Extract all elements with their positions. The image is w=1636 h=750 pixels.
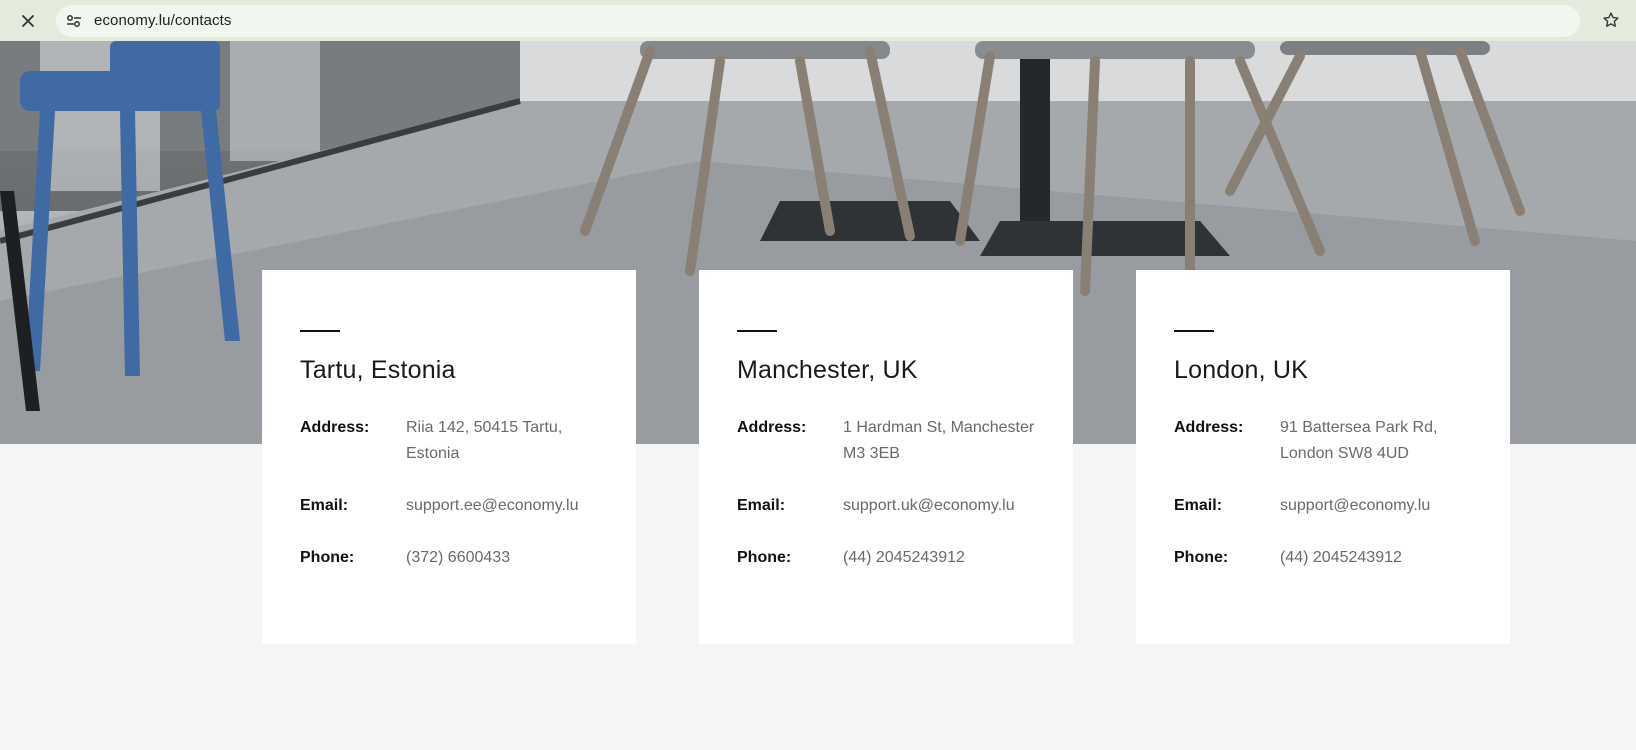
email-label: Email: [737,497,786,514]
email-link[interactable]: support@economy.lu [1280,493,1472,519]
email-row: Email: support.ee@economy.lu [300,493,598,519]
office-city-title: London, UK [1174,356,1309,384]
phone-row: Phone: (372) 6600433 [300,545,598,571]
address-label: Address: [1174,419,1244,436]
tune-icon[interactable] [56,5,92,37]
phone-row: Phone: (44) 2045243912 [737,545,1035,571]
card-divider [737,330,777,332]
url-text[interactable]: economy.lu/contacts [94,12,232,29]
email-row: Email: support.uk@economy.lu [737,493,1035,519]
phone-link[interactable]: (372) 6600433 [406,545,598,571]
office-city-title: Manchester, UK [737,356,918,384]
address-value: Riia 142, 50415 Tartu, Estonia [406,419,563,462]
address-label: Address: [737,419,807,436]
card-divider [1174,330,1214,332]
email-link[interactable]: support.ee@economy.lu [406,493,598,519]
address-value: 1 Hardman St, Manchester M3 3EB [843,419,1035,462]
phone-label: Phone: [300,549,355,566]
address-value: 91 Battersea Park Rd, London SW8 4UD [1280,419,1438,462]
address-row: Address: Riia 142, 50415 Tartu, Estonia [300,415,598,467]
phone-row: Phone: (44) 2045243912 [1174,545,1472,571]
phone-link[interactable]: (44) 2045243912 [843,545,1035,571]
email-link[interactable]: support.uk@economy.lu [843,493,1035,519]
star-outline-icon[interactable] [1598,7,1624,33]
phone-label: Phone: [737,549,792,566]
email-label: Email: [300,497,349,514]
office-card-tartu: Tartu, Estonia Address: Riia 142, 50415 … [262,270,636,644]
card-divider [300,330,340,332]
phone-link[interactable]: (44) 2045243912 [1280,545,1472,571]
email-label: Email: [1174,497,1223,514]
address-row: Address: 1 Hardman St, Manchester M3 3EB [737,415,1035,467]
close-icon[interactable] [0,0,56,41]
address-row: Address: 91 Battersea Park Rd, London SW… [1174,415,1472,467]
email-row: Email: support@economy.lu [1174,493,1472,519]
office-city-title: Tartu, Estonia [300,356,456,384]
office-card-manchester: Manchester, UK Address: 1 Hardman St, Ma… [699,270,1073,644]
office-card-london: London, UK Address: 91 Battersea Park Rd… [1136,270,1510,644]
address-label: Address: [300,419,370,436]
browser-toolbar: economy.lu/contacts [0,0,1636,41]
address-bar[interactable]: economy.lu/contacts [56,4,1580,37]
phone-label: Phone: [1174,549,1229,566]
